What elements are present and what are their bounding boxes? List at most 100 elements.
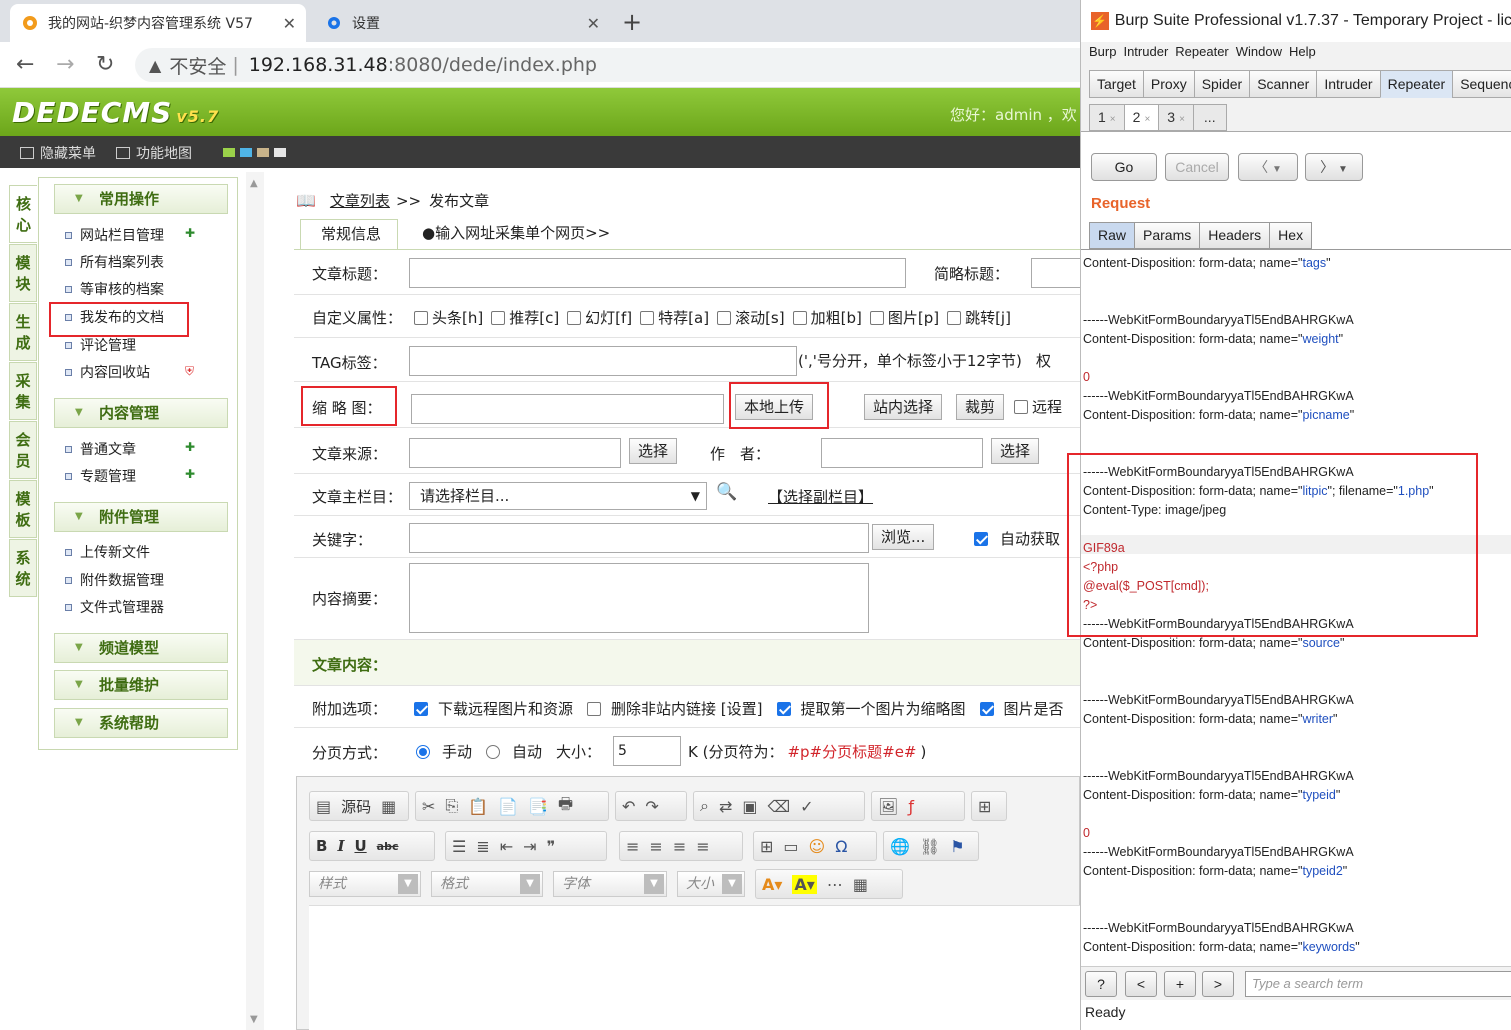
site-select-button[interactable]: 站内选择: [864, 394, 943, 420]
manual-radio[interactable]: 手动: [416, 741, 472, 762]
menu-head-help[interactable]: ▼ 系统帮助: [54, 708, 228, 738]
menu-item-attach-data[interactable]: 附件数据管理: [65, 570, 164, 590]
paste-word-icon[interactable]: 📑: [528, 797, 548, 816]
menu-item-comments[interactable]: 评论管理: [65, 335, 136, 355]
skin-blue-icon[interactable]: [240, 148, 252, 157]
menu-head-channel[interactable]: ▼ 频道模型: [54, 633, 228, 663]
table-icon[interactable]: ⊞: [760, 837, 773, 856]
attr-checkbox-a[interactable]: 特荐[a]: [640, 307, 709, 328]
help-button[interactable]: ?: [1085, 971, 1117, 997]
align-center-icon[interactable]: ≡: [649, 837, 662, 856]
left-tab-template[interactable]: 模板: [9, 480, 37, 538]
tab-spider[interactable]: Spider: [1193, 70, 1251, 98]
author-input[interactable]: [821, 438, 983, 468]
tab-repeater[interactable]: Repeater: [1379, 70, 1454, 98]
align-right-icon[interactable]: ≡: [673, 837, 686, 856]
repeater-tab-2[interactable]: 2 ×: [1123, 104, 1160, 131]
forward-history-button[interactable]: 〉 ▼: [1305, 153, 1363, 181]
select-all-icon[interactable]: ▣: [742, 797, 757, 816]
image-option-checkbox[interactable]: 图片是否: [979, 698, 1064, 719]
go-button[interactable]: Go: [1091, 153, 1157, 181]
left-tab-module[interactable]: 模块: [9, 244, 37, 302]
attr-checkbox-s[interactable]: 滚动[s]: [717, 307, 785, 328]
left-tab-generate[interactable]: 生成: [9, 303, 37, 361]
underline-icon[interactable]: U: [354, 837, 366, 855]
left-tab-core[interactable]: 核心: [9, 185, 37, 243]
strikethrough-icon[interactable]: abc: [377, 840, 399, 853]
browser-tab-settings[interactable]: 设置 ✕: [314, 4, 610, 42]
flash-icon[interactable]: ƒ: [908, 797, 914, 816]
hide-menu-button[interactable]: 隐藏菜单: [20, 143, 96, 163]
attr-checkbox-c[interactable]: 推荐[c]: [491, 307, 559, 328]
menu-head-attach[interactable]: ▼ 附件管理: [54, 502, 228, 532]
attr-checkbox-f[interactable]: 幻灯[f]: [567, 307, 632, 328]
tab-sequencer[interactable]: Sequencer: [1452, 70, 1511, 98]
tab-normal-info[interactable]: 常规信息: [300, 219, 398, 249]
close-tab-icon[interactable]: ✕: [283, 14, 296, 33]
menu-help[interactable]: Help: [1289, 44, 1316, 59]
main-column-select[interactable]: 请选择栏目... ▼: [409, 482, 707, 510]
remove-links-checkbox[interactable]: 删除非站内链接 [设置]: [587, 698, 763, 719]
document-icon[interactable]: ▦: [381, 797, 396, 816]
title-input[interactable]: [409, 258, 906, 288]
remote-checkbox[interactable]: 远程: [1014, 396, 1062, 417]
auto-fetch-checkbox[interactable]: 自动获取: [974, 528, 1060, 549]
editor-content-area[interactable]: [309, 905, 1081, 1030]
tab-collect-url[interactable]: ●输入网址采集单个网页>>: [402, 219, 630, 249]
back-history-button[interactable]: 〈 ▼: [1238, 153, 1298, 181]
prev-match-button[interactable]: <: [1125, 971, 1157, 997]
skin-green-icon[interactable]: [223, 148, 235, 157]
align-left-icon[interactable]: ≡: [626, 837, 639, 856]
shield-icon[interactable]: ⛨: [185, 364, 201, 378]
url-input[interactable]: ▲ 不安全 | 192.168.31.48 :8080/dede/index.p…: [135, 48, 1080, 82]
blockquote-icon[interactable]: ❞: [547, 837, 556, 856]
search-input[interactable]: Type a search term: [1245, 971, 1511, 997]
new-tab-icon[interactable]: +: [622, 8, 642, 36]
menu-item-pending[interactable]: 等审核的档案: [65, 279, 164, 299]
attr-checkbox-j[interactable]: 跳转[j]: [947, 307, 1011, 328]
next-match-button[interactable]: >: [1202, 971, 1234, 997]
indent-icon[interactable]: ⇥: [523, 837, 536, 856]
tab-headers[interactable]: Headers: [1199, 222, 1271, 249]
image-icon[interactable]: 🖼: [878, 797, 898, 816]
unlink-icon[interactable]: ⛓: [920, 837, 940, 856]
left-scrollbar[interactable]: ▲ ▼: [246, 172, 264, 1030]
copy-icon[interactable]: ⎘: [445, 796, 458, 816]
back-arrow-icon[interactable]: ←: [16, 52, 34, 77]
skin-brown-icon[interactable]: [257, 148, 269, 157]
menu-head-common[interactable]: ▼ 常用操作: [54, 184, 228, 214]
menu-item-all-archives[interactable]: 所有档案列表: [65, 252, 164, 272]
browser-tab-dedecms[interactable]: 我的网站-织梦内容管理系统 V57 ✕: [10, 4, 306, 42]
format-select[interactable]: 格式 ▼: [431, 871, 543, 897]
summary-textarea[interactable]: [409, 563, 869, 633]
attr-checkbox-b[interactable]: 加粗[b]: [792, 307, 862, 328]
attr-checkbox-p[interactable]: 图片[p]: [869, 307, 939, 328]
attr-checkbox-h[interactable]: 头条[h]: [414, 307, 483, 328]
eraser-icon[interactable]: ⌫: [768, 797, 791, 816]
repeater-tab-more[interactable]: ...: [1192, 104, 1227, 131]
tab-hex[interactable]: Hex: [1269, 222, 1313, 249]
repeater-tab-1[interactable]: 1 ×: [1089, 104, 1125, 131]
crop-button[interactable]: 裁剪: [956, 394, 1005, 420]
left-tab-system[interactable]: 系统: [9, 539, 37, 597]
source-icon[interactable]: ▤: [316, 797, 331, 816]
special-char-icon[interactable]: Ω: [835, 837, 847, 856]
ordered-list-icon[interactable]: ☰: [452, 837, 466, 856]
horizontal-rule-icon[interactable]: ▭: [783, 837, 798, 856]
repeater-tab-3[interactable]: 3 ×: [1158, 104, 1194, 131]
forward-arrow-icon[interactable]: →: [56, 52, 74, 77]
left-tab-member[interactable]: 会员: [9, 421, 37, 479]
source-select-button[interactable]: 选择: [629, 438, 678, 464]
menu-repeater[interactable]: Repeater: [1175, 44, 1228, 59]
menu-item-file-manager[interactable]: 文件式管理器: [65, 597, 164, 617]
auto-radio[interactable]: 自动: [486, 741, 542, 762]
browse-button[interactable]: 浏览...: [872, 524, 935, 550]
bold-icon[interactable]: B: [316, 837, 327, 855]
source-button[interactable]: 源码: [341, 796, 371, 817]
skin-gray-icon[interactable]: [274, 148, 286, 157]
tab-target[interactable]: Target: [1089, 70, 1144, 98]
add-icon[interactable]: ✚: [185, 467, 201, 481]
add-icon[interactable]: ✚: [185, 226, 201, 240]
menu-item-recycle[interactable]: 内容回收站: [65, 362, 150, 382]
redo-icon[interactable]: ↷: [645, 797, 658, 816]
